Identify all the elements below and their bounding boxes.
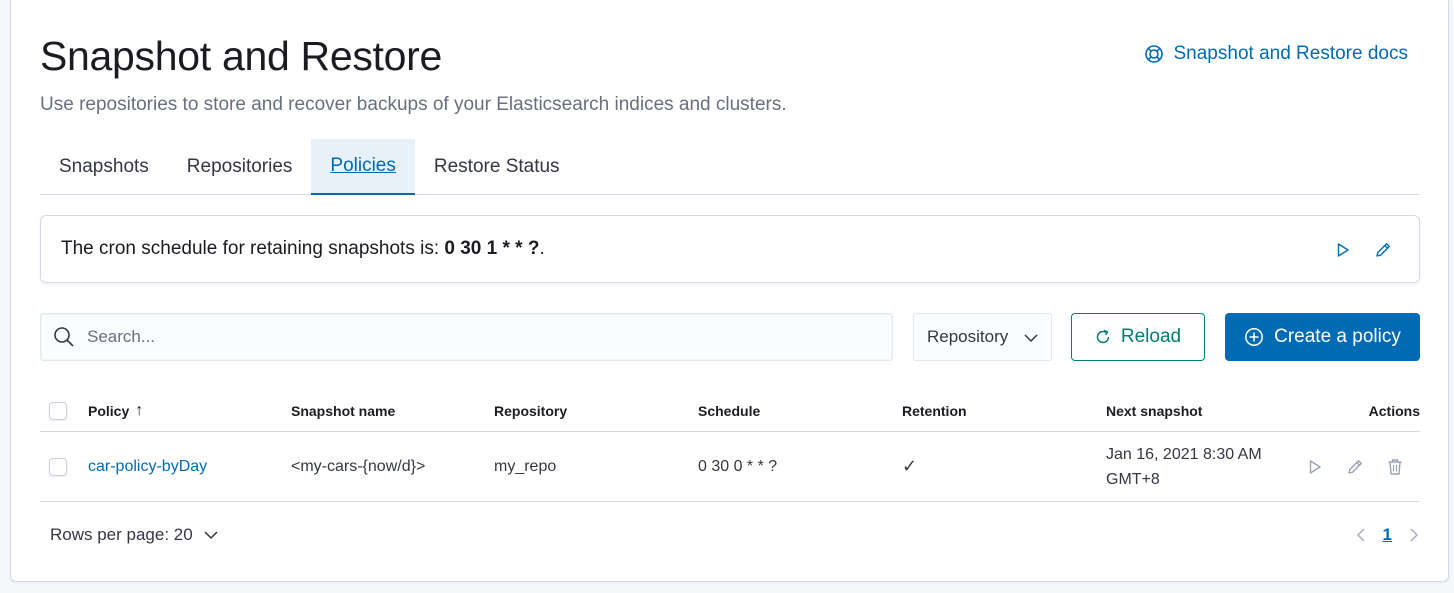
- column-header-repository[interactable]: Repository: [494, 391, 567, 431]
- row-select-checkbox[interactable]: [49, 457, 67, 476]
- main-panel: Snapshot and Restore Snapshot and Restor…: [10, 0, 1449, 582]
- page-number-current[interactable]: 1: [1383, 525, 1392, 545]
- tab-snapshots[interactable]: Snapshots: [40, 139, 168, 195]
- next-snapshot-cell: Jan 16, 2021 8:30 AM GMT+8: [1106, 432, 1262, 501]
- trash-icon: [1388, 458, 1402, 475]
- repository-cell: my_repo: [494, 457, 557, 475]
- pencil-icon: [1376, 243, 1390, 257]
- row-actions: [1305, 432, 1405, 501]
- search-input[interactable]: [87, 327, 867, 347]
- column-header-next-snapshot[interactable]: Next snapshot: [1106, 391, 1202, 431]
- snapshot-name-cell: <my-cars-{now/d}>: [291, 457, 426, 475]
- delete-policy-button[interactable]: [1385, 457, 1405, 477]
- repository-filter-dropdown[interactable]: Repository: [913, 313, 1052, 361]
- tab-bar: Snapshots Repositories Policies Restore …: [40, 139, 1420, 195]
- next-snapshot-date: Jan 16, 2021 8:30 AM: [1106, 445, 1262, 463]
- edit-retention-button[interactable]: [1373, 240, 1393, 260]
- policy-name-link[interactable]: car-policy-byDay: [88, 432, 207, 501]
- create-policy-button[interactable]: Create a policy: [1225, 313, 1420, 361]
- tab-policies[interactable]: Policies: [311, 139, 415, 195]
- policies-table: Policy ↑ Snapshot name Repository Schedu…: [40, 391, 1420, 502]
- edit-policy-button[interactable]: [1345, 457, 1365, 477]
- rows-per-page-label: Rows per page: 20: [50, 525, 193, 544]
- table-header: Policy ↑ Snapshot name Repository Schedu…: [40, 391, 1420, 432]
- retention-schedule-callout: The cron schedule for retaining snapshot…: [40, 215, 1420, 283]
- run-policy-button[interactable]: [1305, 457, 1325, 477]
- column-header-policy[interactable]: Policy ↑: [88, 391, 143, 431]
- column-header-schedule[interactable]: Schedule: [698, 391, 760, 431]
- column-header-snapshot-name[interactable]: Snapshot name: [291, 391, 395, 431]
- refresh-icon: [1096, 329, 1110, 344]
- next-page-icon[interactable]: [1408, 527, 1420, 543]
- retention-check-icon: ✓: [902, 456, 918, 476]
- previous-page-icon[interactable]: [1355, 527, 1367, 543]
- docs-link[interactable]: Snapshot and Restore docs: [1144, 43, 1409, 65]
- reload-button-label: Reload: [1120, 326, 1182, 347]
- table-row: car-policy-byDay <my-cars-{now/d}> my_re…: [40, 432, 1420, 502]
- run-retention-button[interactable]: [1333, 240, 1353, 260]
- column-header-actions: Actions: [1368, 403, 1420, 419]
- search-icon: [54, 327, 74, 347]
- rows-per-page-dropdown[interactable]: Rows per page: 20: [50, 525, 219, 545]
- callout-text-prefix: The cron schedule for retaining snapshot…: [61, 238, 445, 259]
- docs-link-label: Snapshot and Restore docs: [1173, 43, 1409, 64]
- reload-button[interactable]: Reload: [1071, 313, 1205, 361]
- next-snapshot-timezone: GMT+8: [1106, 470, 1160, 488]
- repository-filter-label: Repository: [927, 327, 1009, 346]
- column-header-retention: Retention: [902, 403, 967, 419]
- chevron-down-icon: [1024, 334, 1038, 343]
- pagination: 1: [1355, 525, 1420, 545]
- play-icon: [1337, 243, 1349, 257]
- tab-repositories[interactable]: Repositories: [168, 139, 312, 195]
- tab-restore-status[interactable]: Restore Status: [415, 139, 579, 195]
- plus-in-circle-icon: [1245, 328, 1264, 346]
- pencil-icon: [1348, 459, 1362, 474]
- create-policy-label: Create a policy: [1274, 326, 1401, 347]
- chevron-down-icon: [204, 531, 218, 540]
- select-all-checkbox[interactable]: [49, 402, 67, 420]
- play-icon: [1309, 459, 1321, 474]
- sort-ascending-icon: ↑: [135, 402, 144, 419]
- table-footer: Rows per page: 20 1: [40, 517, 1420, 553]
- callout-text-suffix: .: [539, 238, 545, 259]
- cron-schedule-value: 0 30 1 * * ?: [444, 238, 540, 259]
- search-bar[interactable]: [40, 313, 893, 361]
- page-title: Snapshot and Restore: [40, 33, 442, 79]
- schedule-cell: 0 30 0 * * ?: [698, 457, 778, 475]
- page-subtitle: Use repositories to store and recover ba…: [40, 94, 787, 115]
- help-lifebuoy-icon: [1144, 45, 1163, 63]
